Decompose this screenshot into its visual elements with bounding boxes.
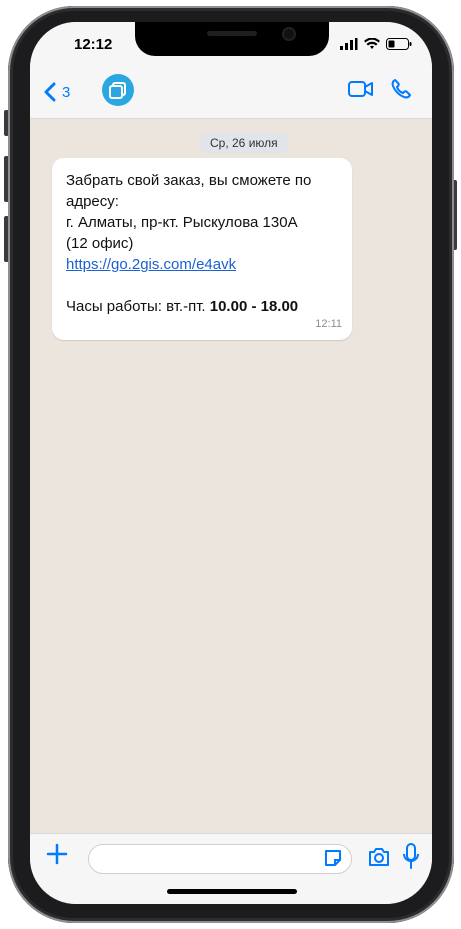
video-call-button[interactable] [348, 80, 374, 103]
speaker [207, 31, 257, 36]
chat-area[interactable]: Ср, 26 июля Забрать свой заказ, вы сможе… [30, 118, 432, 834]
plus-icon [46, 843, 68, 865]
message-line-3: г. Алматы, пр-кт. Рыскулова 130А [66, 214, 298, 231]
message-bubble[interactable]: Забрать свой заказ, вы сможете по адресу… [52, 158, 352, 340]
camera-icon [369, 848, 389, 866]
status-time: 12:12 [74, 36, 113, 53]
working-hours-label: Часы работы: вт.-пт. [66, 298, 206, 315]
back-chevron-icon [44, 82, 56, 102]
audio-call-button[interactable] [390, 78, 412, 105]
microphone-button[interactable] [402, 842, 420, 875]
video-call-icon [348, 81, 373, 97]
signal-icon [340, 38, 358, 50]
back-button[interactable]: 3 [44, 82, 70, 102]
message-input[interactable] [88, 844, 352, 874]
status-icons [340, 38, 412, 50]
wifi-icon [364, 38, 380, 49]
phone-call-icon [391, 79, 411, 99]
front-camera [284, 29, 294, 39]
sticker-button[interactable] [323, 848, 343, 873]
avatar[interactable] [102, 74, 134, 106]
attach-button[interactable] [46, 842, 68, 870]
notch [135, 22, 329, 56]
date-separator: Ср, 26 июля [200, 133, 288, 153]
working-hours-value: 10.00 - 18.00 [209, 298, 299, 315]
battery-icon [386, 38, 412, 50]
home-indicator [167, 889, 297, 894]
message-line-1: Забрать свой заказ, вы сможете по [66, 172, 312, 189]
phone-screen: 12:12 3 Ср, 26 июля Забрать свой заказ, … [30, 22, 432, 904]
unread-count: 3 [62, 83, 71, 101]
composer-bar [30, 833, 432, 904]
camera-button[interactable] [367, 846, 391, 873]
message-link[interactable]: https://go.2gis.com/e4avk [66, 256, 236, 273]
sticker-icon [325, 850, 341, 866]
avatar-icon [109, 82, 126, 99]
microphone-icon [403, 843, 419, 869]
message-line-2: адресу: [66, 193, 119, 210]
message-line-4: (12 офис) [66, 235, 134, 252]
message-time: 12:11 [315, 318, 342, 330]
